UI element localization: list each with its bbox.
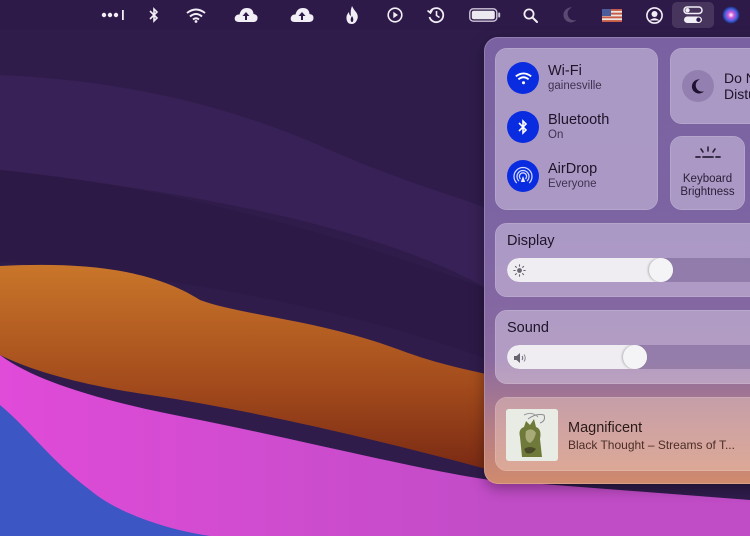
volume-slider-knob[interactable] (623, 345, 647, 369)
now-playing-tile[interactable]: Magnificent Black Thought – Streams of T… (495, 397, 750, 471)
control-center-icon[interactable] (672, 2, 714, 28)
wifi-toggle[interactable]: Wi-Fi gainesville (507, 62, 602, 94)
wifi-network-name: gainesville (548, 80, 602, 92)
airdrop-icon (507, 160, 539, 192)
connectivity-tile: Wi-Fi gainesville Bluetooth On AirDrop E… (495, 48, 658, 210)
display-brightness-slider[interactable] (507, 258, 750, 282)
wifi-title: Wi-Fi (548, 62, 582, 79)
track-artist-album: Black Thought – Streams of T... (568, 438, 735, 452)
spotlight-search-icon[interactable] (521, 0, 539, 30)
keyboard-brightness-label: Keyboard Brightness (680, 173, 735, 198)
airdrop-title: AirDrop (548, 160, 598, 177)
siri-icon[interactable] (720, 0, 742, 30)
display-label: Display (507, 233, 555, 249)
time-machine-icon[interactable] (426, 0, 446, 30)
bluetooth-status: On (548, 129, 564, 141)
flame-icon[interactable] (343, 0, 361, 30)
album-art (506, 409, 558, 461)
airdrop-visibility: Everyone (548, 178, 597, 190)
keyboard-brightness-icon (695, 146, 721, 167)
bluetooth-icon (507, 111, 539, 143)
signal-dots-icon[interactable] (100, 0, 128, 30)
moon-icon (682, 70, 714, 102)
battery-icon[interactable] (468, 0, 502, 30)
do-not-disturb-label: Do Not Disturb (724, 70, 750, 102)
bluetooth-title: Bluetooth (548, 111, 610, 128)
cloud-upload-icon[interactable] (232, 0, 260, 30)
wifi-icon (507, 62, 539, 94)
sound-tile: Sound (495, 310, 750, 384)
us-flag-icon[interactable] (600, 0, 624, 30)
bluetooth-icon[interactable] (145, 0, 163, 30)
speaker-icon (513, 351, 528, 369)
display-tile: Display (495, 223, 750, 297)
keyboard-brightness-tile[interactable]: Keyboard Brightness (670, 136, 745, 210)
cloud-upload-icon-2[interactable] (288, 0, 316, 30)
bluetooth-toggle[interactable]: Bluetooth On (507, 111, 609, 143)
moon-icon[interactable] (561, 0, 579, 30)
menu-bar (0, 0, 750, 30)
volume-slider[interactable] (507, 345, 750, 369)
airdrop-toggle[interactable]: AirDrop Everyone (507, 160, 597, 192)
control-center-panel: Wi-Fi gainesville Bluetooth On AirDrop E… (484, 37, 750, 484)
do-not-disturb-tile[interactable]: Do Not Disturb (670, 48, 750, 124)
play-circle-icon[interactable] (385, 0, 405, 30)
user-account-icon[interactable] (644, 0, 664, 30)
sun-icon (513, 264, 526, 282)
sound-label: Sound (507, 320, 549, 336)
display-slider-knob[interactable] (649, 258, 673, 282)
track-title: Magnificent (568, 420, 643, 436)
wifi-icon[interactable] (184, 0, 208, 30)
